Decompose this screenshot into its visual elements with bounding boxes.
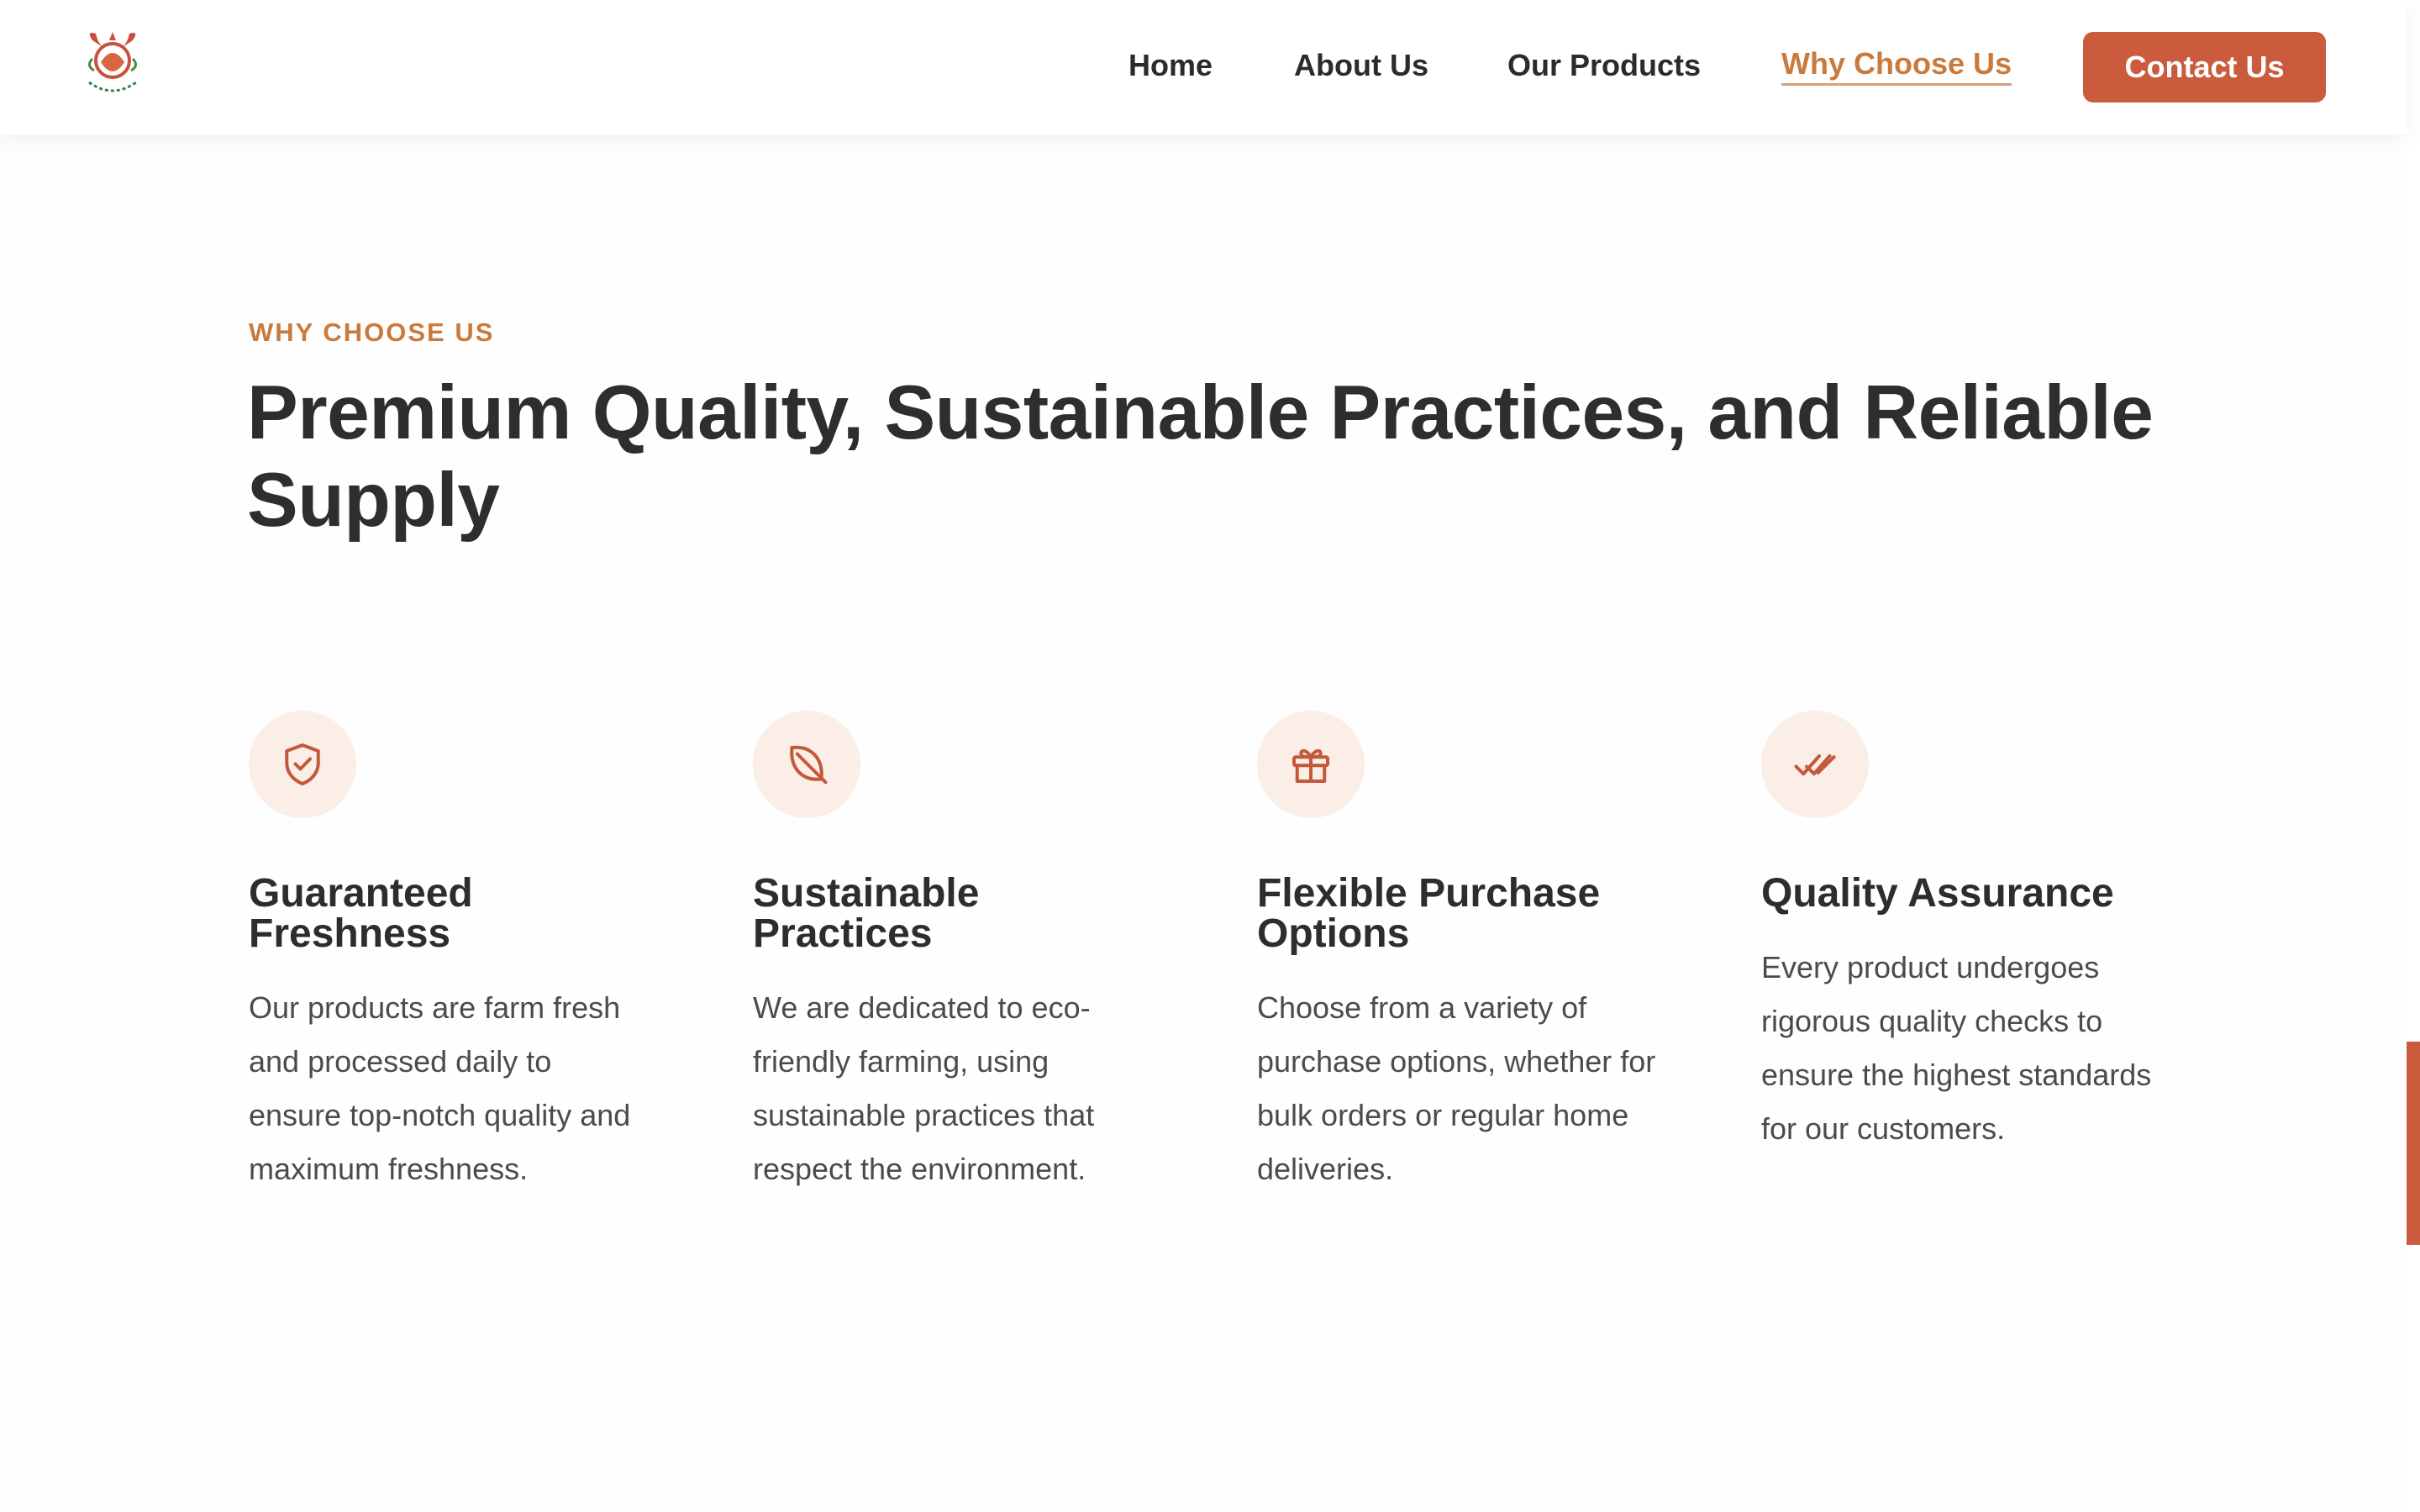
scrollbar-thumb[interactable] <box>2407 1042 2420 1245</box>
nav-about-us[interactable]: About Us <box>1294 47 1428 84</box>
feature-description: Every product undergoes rigorous quality… <box>1761 950 2152 1146</box>
page: Home About Us Our Products Why Choose Us… <box>0 0 2420 1512</box>
nav-home[interactable]: Home <box>1128 47 1213 84</box>
logo-emblem-icon <box>88 32 137 92</box>
feature-title: Quality Assurance <box>1761 871 2114 916</box>
feature-card-quality-assurance: Quality Assurance Every product undergoe… <box>1761 711 2165 1156</box>
feature-description: Our products are farm fresh and processe… <box>249 990 631 1186</box>
feature-card-purchase-options: Flexible Purchase Options Choose from a … <box>1257 711 1660 1196</box>
section-eyebrow: WHY CHOOSE US <box>249 318 495 347</box>
nav-why-choose-us[interactable]: Why Choose Us <box>1781 47 2012 86</box>
feature-description: Choose from a variety of purchase option… <box>1257 990 1656 1186</box>
scrollbar-track[interactable] <box>2407 0 2420 1512</box>
gift-icon <box>1292 748 1329 783</box>
nav-our-products[interactable]: Our Products <box>1507 47 1701 84</box>
feature-icon-badge <box>1761 711 1869 818</box>
feature-icon-badge <box>753 711 860 818</box>
feature-icon-badge <box>249 711 356 818</box>
contact-us-button[interactable]: Contact Us <box>2083 32 2326 102</box>
feature-card-freshness: Guaranteed Freshness Our products are fa… <box>249 711 652 1196</box>
feature-description: We are dedicated to eco-friendly farming… <box>753 990 1095 1186</box>
double-check-icon <box>1794 754 1836 776</box>
feature-icon-badge <box>1257 711 1365 818</box>
feature-card-sustainable: Sustainable Practices We are dedicated t… <box>753 711 1156 1196</box>
site-header: Home About Us Our Products Why Choose Us… <box>0 0 2407 134</box>
leaf-icon <box>790 745 828 785</box>
shield-check-icon <box>285 743 320 785</box>
feature-title: Sustainable Practices <box>753 871 980 956</box>
feature-title: Guaranteed Freshness <box>249 871 473 956</box>
brand-logo[interactable] <box>81 29 145 101</box>
feature-title: Flexible Purchase Options <box>1257 871 1601 956</box>
section-headline: Premium Quality, Sustainable Practices, … <box>247 370 2154 543</box>
